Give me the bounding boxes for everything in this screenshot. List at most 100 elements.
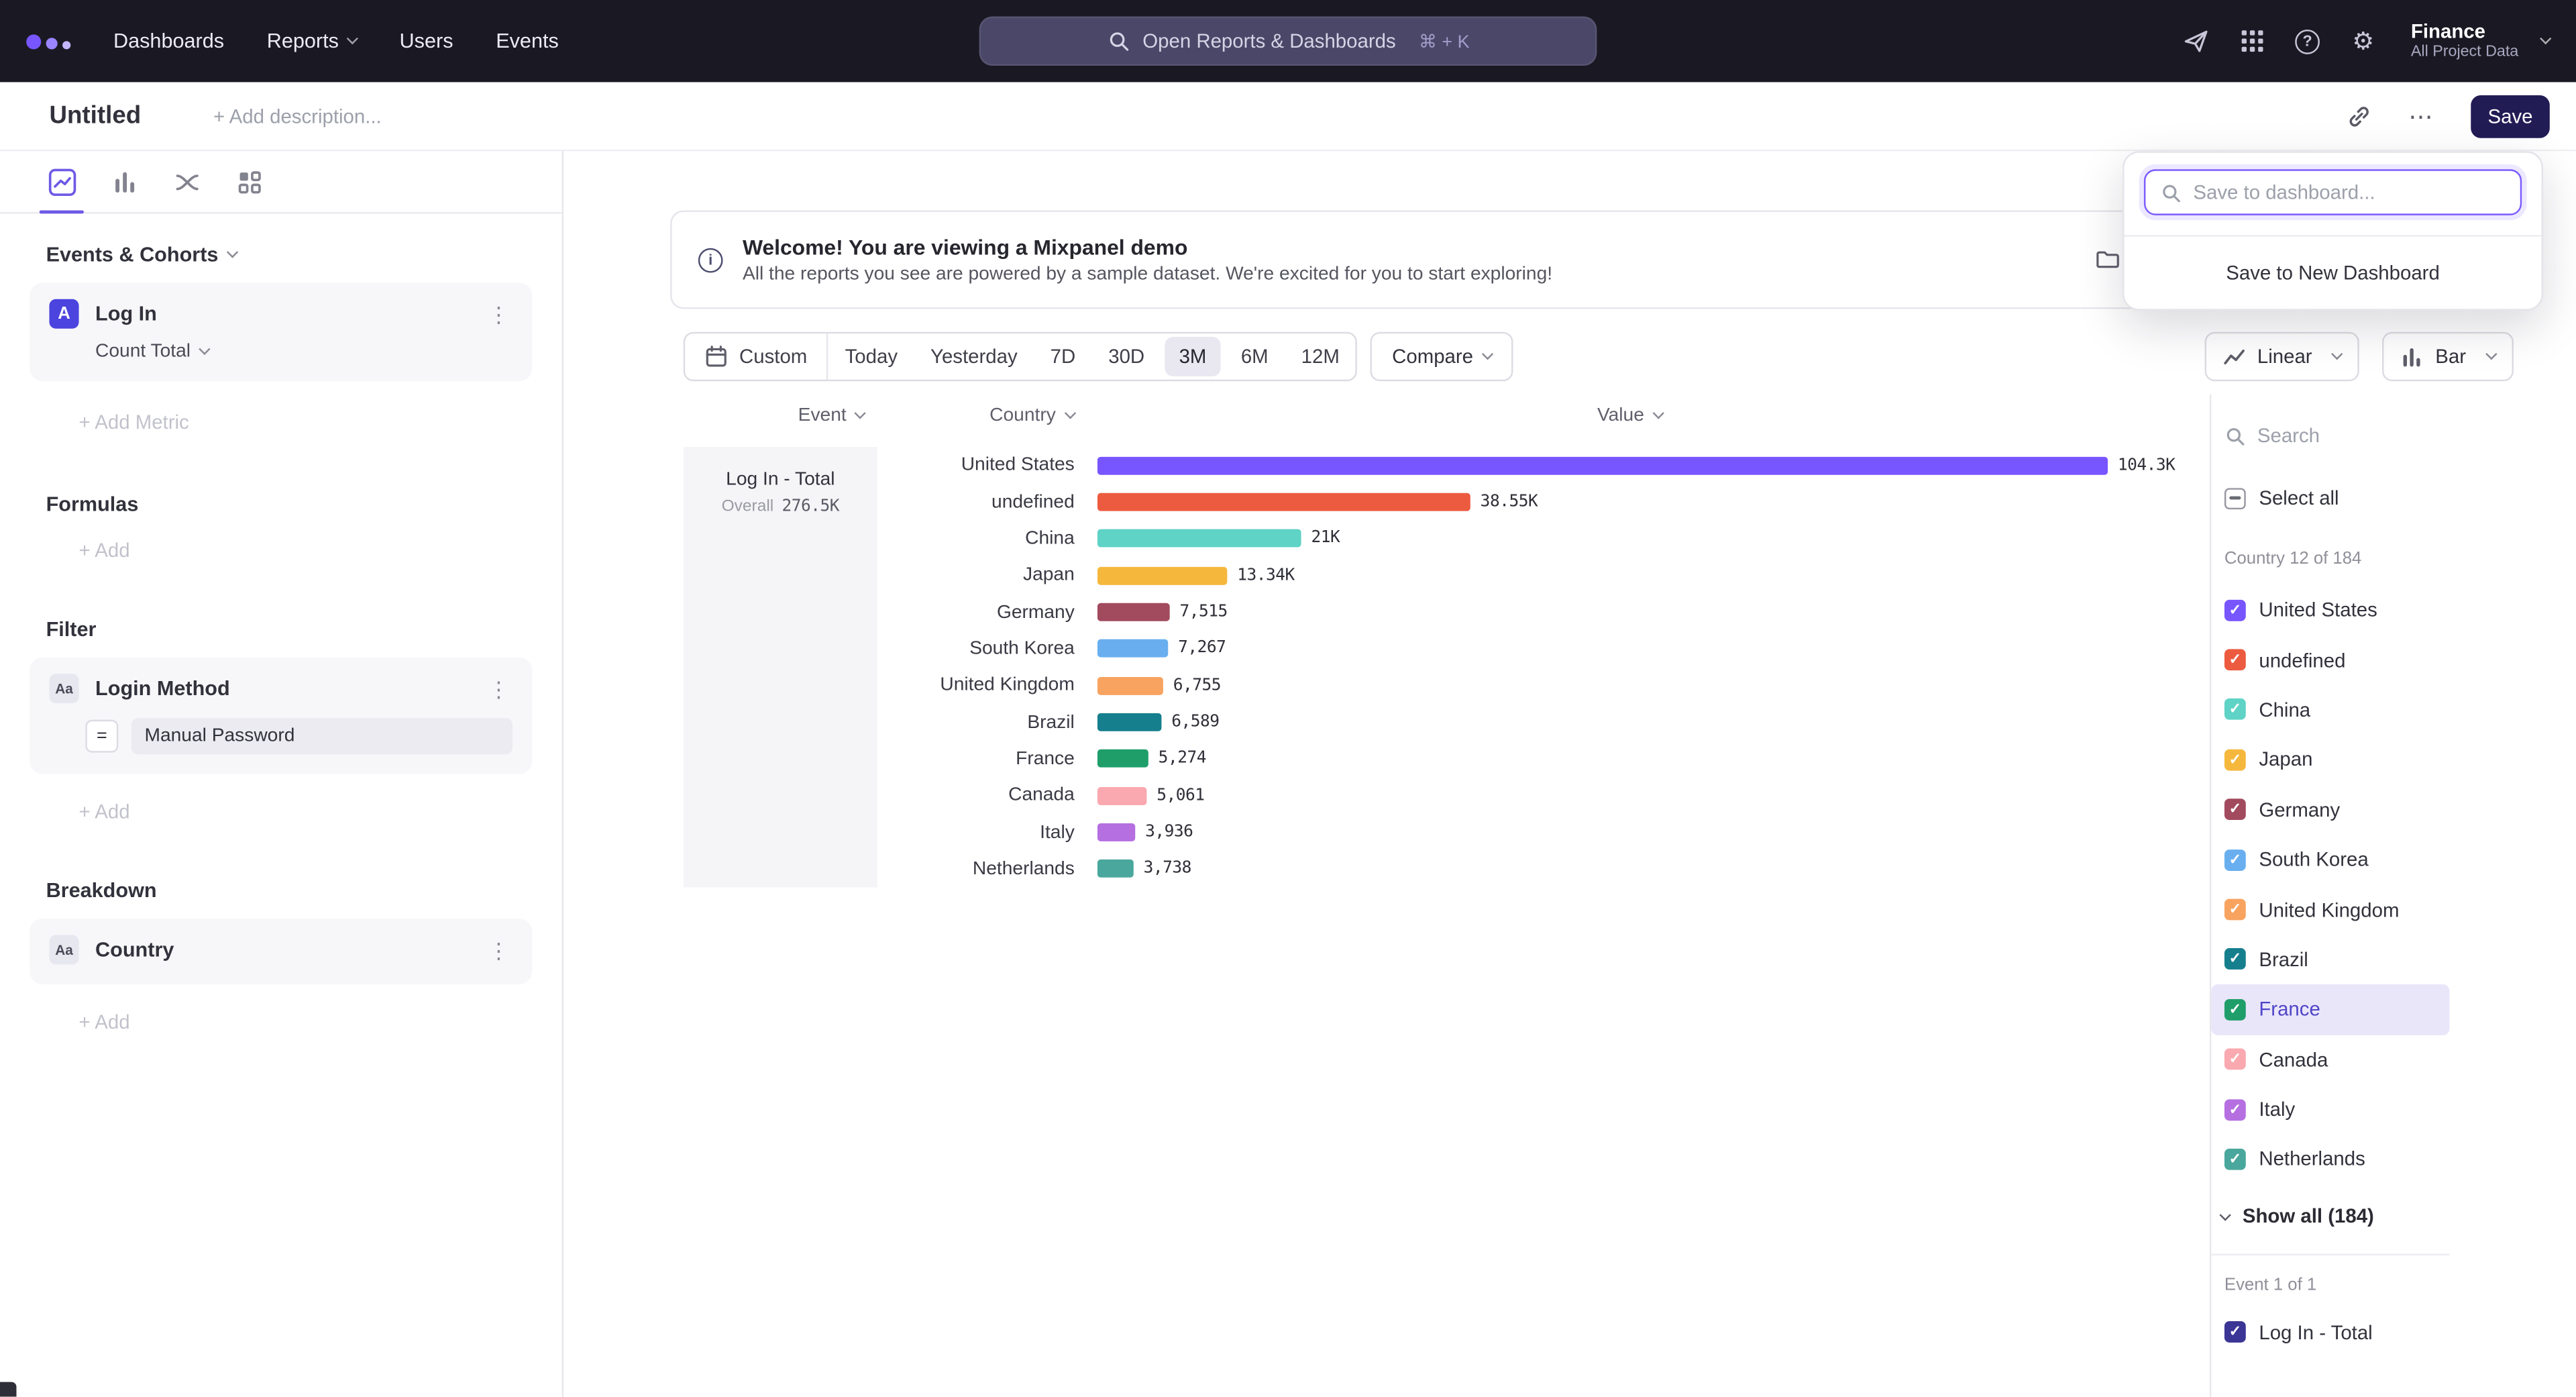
legend-item-italy[interactable]: Italy (2211, 1084, 2449, 1134)
checkbox[interactable] (2224, 949, 2246, 970)
value-column-header[interactable]: Value (1084, 406, 2175, 425)
nav-item-events[interactable]: Events (496, 30, 559, 52)
bar[interactable] (1097, 529, 1301, 548)
category-label[interactable]: United States (877, 456, 1097, 475)
bar[interactable] (1097, 566, 1227, 584)
show-all-button[interactable]: Show all (184) (2211, 1191, 2449, 1240)
tab-retention[interactable] (233, 151, 265, 212)
chart-type-select[interactable]: Bar (2383, 332, 2514, 381)
legend-item-log-in-total[interactable]: Log In - Total (2211, 1308, 2449, 1357)
category-label[interactable]: undefined (877, 493, 1097, 512)
events-cohorts-heading[interactable]: Events & Cohorts (46, 243, 516, 266)
category-label[interactable]: Japan (877, 566, 1097, 585)
checkbox[interactable] (2224, 749, 2246, 770)
bar[interactable] (1097, 713, 1162, 731)
global-search-button[interactable]: Open Reports & Dashboards ⌘ + K (979, 16, 1597, 65)
legend-item-japan[interactable]: Japan (2211, 735, 2449, 784)
checkbox[interactable] (2224, 899, 2246, 921)
category-label[interactable]: Netherlands (877, 860, 1097, 879)
legend-item-undefined[interactable]: undefined (2211, 635, 2449, 684)
category-label[interactable]: Italy (877, 823, 1097, 842)
project-switcher[interactable]: Finance All Project Data (2411, 21, 2550, 61)
bar[interactable] (1097, 603, 1170, 621)
range-12m[interactable]: 12M (1285, 333, 1356, 380)
add-formula-button[interactable]: + Add (79, 539, 562, 562)
legend-search-input[interactable]: Search (2211, 417, 2449, 454)
aggregation-dropdown[interactable]: Count Total (95, 342, 513, 361)
tab-flows[interactable] (171, 151, 203, 212)
range-6m[interactable]: 6M (1224, 333, 1285, 380)
category-label[interactable]: Brazil (877, 713, 1097, 732)
checkbox[interactable] (2224, 999, 2246, 1021)
checkbox[interactable] (2224, 650, 2246, 671)
checkbox[interactable] (2224, 849, 2246, 870)
bar[interactable] (1097, 823, 1135, 841)
category-label[interactable]: France (877, 749, 1097, 769)
nav-item-users[interactable]: Users (400, 30, 453, 52)
apps-button[interactable] (2237, 26, 2266, 56)
breakdown-menu-button[interactable]: ⋮ (484, 939, 513, 961)
bar[interactable] (1097, 786, 1146, 805)
filter-card[interactable]: Aa Login Method ⋮ = Manual Password (30, 658, 532, 774)
legend-item-germany[interactable]: Germany (2211, 785, 2449, 835)
bar[interactable] (1097, 640, 1168, 658)
checkbox[interactable] (2224, 1098, 2246, 1120)
bar[interactable] (1097, 860, 1134, 878)
legend-item-netherlands[interactable]: Netherlands (2211, 1135, 2449, 1184)
report-title[interactable]: Untitled (49, 102, 141, 130)
range-3m[interactable]: 3M (1165, 337, 1222, 376)
bar[interactable] (1097, 493, 1470, 511)
range-yesterday[interactable]: Yesterday (914, 333, 1034, 380)
bottom-left-widget-fragment[interactable] (0, 1382, 16, 1397)
help-button[interactable]: ? (2293, 26, 2322, 56)
metric-menu-button[interactable]: ⋮ (484, 303, 513, 325)
filter-value-input[interactable]: Manual Password (131, 718, 513, 754)
legend-item-united-kingdom[interactable]: United Kingdom (2211, 884, 2449, 934)
scale-select[interactable]: Linear (2205, 332, 2360, 381)
country-column-header[interactable]: Country (979, 406, 1085, 425)
range-30d[interactable]: 30D (1092, 333, 1161, 380)
send-button[interactable] (2181, 26, 2210, 56)
more-options-button[interactable]: ⋯ (2408, 101, 2434, 131)
breakdown-card[interactable]: Aa Country ⋮ (30, 919, 532, 984)
bar[interactable] (1097, 676, 1163, 694)
category-label[interactable]: United Kingdom (877, 676, 1097, 695)
bar[interactable] (1097, 750, 1148, 768)
category-label[interactable]: Canada (877, 786, 1097, 805)
nav-item-reports[interactable]: Reports (267, 30, 357, 52)
checkbox[interactable] (2224, 799, 2246, 821)
dashboard-search-field[interactable] (2144, 169, 2522, 215)
legend-item-china[interactable]: China (2211, 685, 2449, 735)
compare-button[interactable]: Compare (1371, 332, 1512, 381)
tab-funnels[interactable] (109, 151, 140, 212)
filter-operator-select[interactable]: = (85, 720, 118, 753)
metric-card[interactable]: A Log In ⋮ Count Total (30, 282, 532, 381)
select-all-toggle[interactable]: Select all (2211, 486, 2449, 509)
checkbox[interactable] (2224, 1049, 2246, 1070)
checkbox[interactable] (2224, 1149, 2246, 1170)
checkbox[interactable] (2224, 699, 2246, 721)
settings-button[interactable]: ⚙ (2349, 26, 2378, 56)
tab-insights[interactable] (46, 151, 78, 212)
copy-link-button[interactable] (2346, 103, 2372, 129)
filter-menu-button[interactable]: ⋮ (484, 678, 513, 699)
add-breakdown-button[interactable]: + Add (79, 1011, 562, 1033)
mixpanel-logo[interactable] (26, 34, 70, 48)
save-button[interactable]: Save (2471, 95, 2550, 138)
category-label[interactable]: China (877, 529, 1097, 548)
bar[interactable] (1097, 456, 2108, 474)
category-label[interactable]: Germany (877, 603, 1097, 622)
checkbox[interactable] (2224, 599, 2246, 621)
checkbox[interactable] (2224, 1322, 2246, 1343)
range-7d[interactable]: 7D (1034, 333, 1092, 380)
legend-item-brazil[interactable]: Brazil (2211, 935, 2449, 984)
range-today[interactable]: Today (828, 333, 914, 380)
legend-item-france[interactable]: France (2211, 984, 2449, 1034)
legend-item-canada[interactable]: Canada (2211, 1035, 2449, 1084)
custom-date-button[interactable]: Custom (685, 333, 828, 380)
save-to-new-dashboard-item[interactable]: Save to New Dashboard (2125, 237, 2542, 309)
dashboard-search-input[interactable] (2193, 180, 2505, 203)
event-series-cell[interactable]: Log In - Total Overall 276.5K (684, 447, 877, 888)
select-all-checkbox[interactable] (2224, 487, 2246, 509)
add-description-button[interactable]: + Add description... (213, 105, 382, 127)
